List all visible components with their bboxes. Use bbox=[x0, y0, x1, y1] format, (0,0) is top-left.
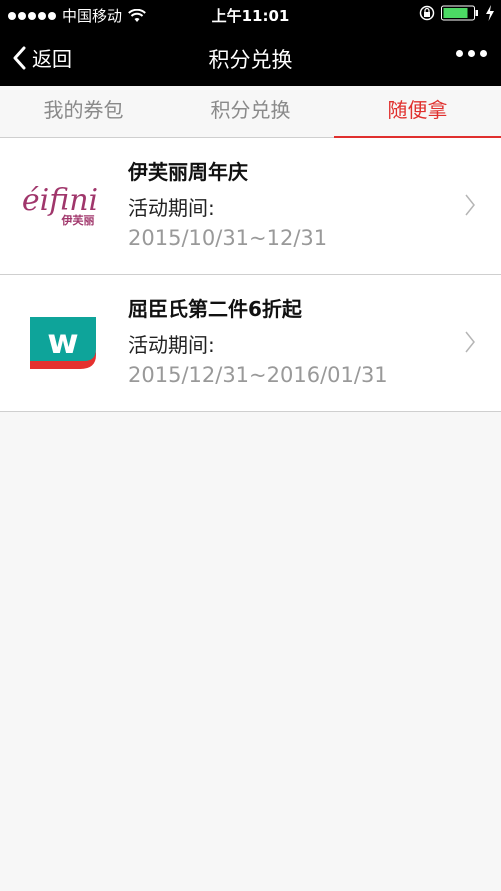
watsons-logo: w bbox=[30, 317, 96, 369]
promo-period-label: 活动期间: bbox=[128, 333, 215, 357]
page-title: 积分兑换 bbox=[208, 48, 293, 72]
chevron-left-icon bbox=[13, 46, 26, 69]
back-label: 返回 bbox=[32, 47, 72, 71]
rotation-lock-icon bbox=[419, 5, 435, 21]
navigation-bar: 返回 积分兑换 bbox=[0, 30, 501, 86]
eifini-logo: éifini 伊芙丽 bbox=[22, 183, 98, 227]
promo-name: 屈臣氏第二件6折起 bbox=[128, 297, 302, 321]
back-button[interactable]: 返回 bbox=[12, 43, 72, 72]
chevron-right-icon bbox=[465, 194, 475, 216]
status-right bbox=[419, 5, 495, 21]
chevron-right-icon bbox=[465, 331, 475, 353]
promo-list: éifini 伊芙丽 伊芙丽周年庆 活动期间: 2015/10/31~12/31… bbox=[0, 138, 501, 412]
empty-area bbox=[0, 420, 501, 891]
logo-text: éifini bbox=[22, 183, 98, 218]
logo-subtext: 伊芙丽 bbox=[61, 213, 95, 227]
dot-icon bbox=[468, 50, 475, 57]
dot-icon bbox=[480, 50, 487, 57]
tab-points-exchange[interactable]: 积分兑换 bbox=[167, 86, 334, 137]
promo-dates: 2015/12/31~2016/01/31 bbox=[128, 363, 388, 387]
charging-icon bbox=[486, 5, 494, 21]
promo-period-label: 活动期间: bbox=[128, 196, 215, 220]
promo-dates: 2015/10/31~12/31 bbox=[128, 226, 328, 250]
dot-icon bbox=[456, 50, 463, 57]
promo-name: 伊芙丽周年庆 bbox=[128, 160, 248, 184]
more-options-button[interactable] bbox=[456, 50, 487, 57]
status-bar: 中国移动 上午11:01 bbox=[0, 0, 501, 30]
logo-text: w bbox=[47, 322, 78, 362]
tab-my-coupons[interactable]: 我的券包 bbox=[0, 86, 167, 137]
list-item[interactable]: éifini 伊芙丽 伊芙丽周年庆 活动期间: 2015/10/31~12/31 bbox=[0, 138, 501, 275]
battery-icon bbox=[441, 5, 478, 21]
list-item[interactable]: w 屈臣氏第二件6折起 活动期间: 2015/12/31~2016/01/31 bbox=[0, 275, 501, 412]
tab-free-pick[interactable]: 随便拿 bbox=[334, 86, 501, 138]
promo-text: 屈臣氏第二件6折起 活动期间: 2015/12/31~2016/01/31 bbox=[128, 293, 388, 387]
tab-bar: 我的券包 积分兑换 随便拿 bbox=[0, 86, 501, 138]
promo-text: 伊芙丽周年庆 活动期间: 2015/10/31~12/31 bbox=[128, 156, 327, 250]
